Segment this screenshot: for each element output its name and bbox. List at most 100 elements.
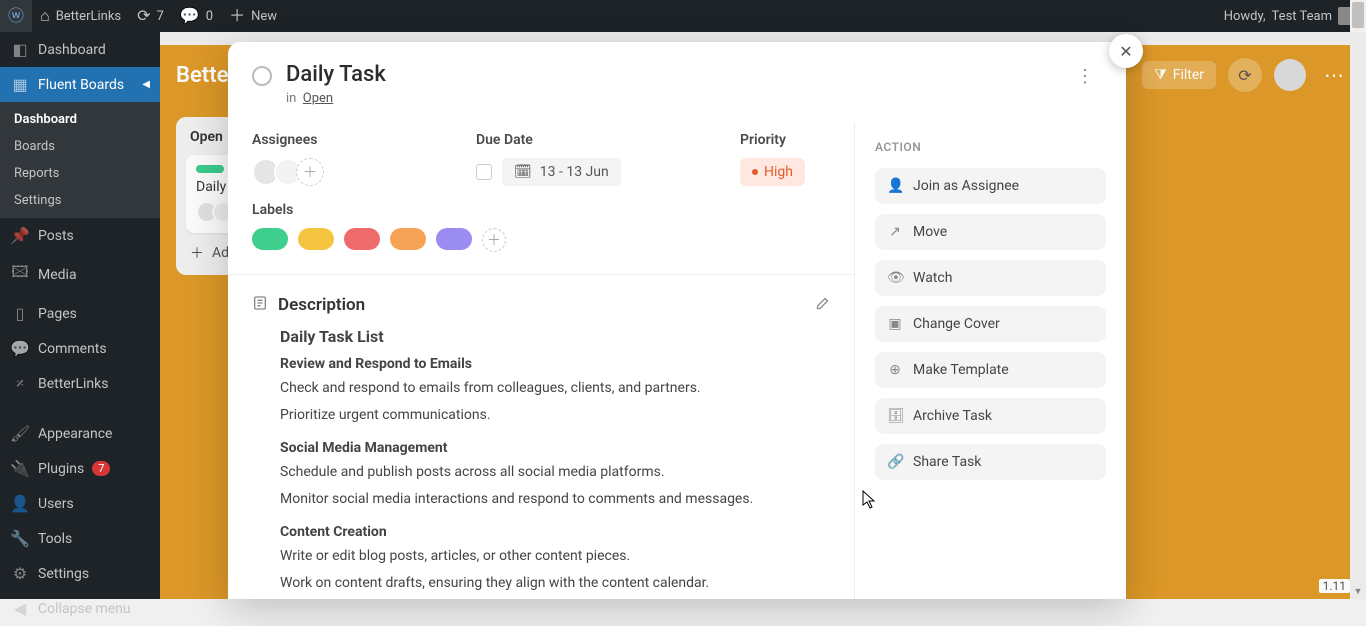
chevron-left-icon: ◀ (142, 79, 150, 90)
media-icon: 🖾 (10, 261, 30, 288)
description-body: Daily Task List Review and Respond to Em… (252, 315, 830, 594)
divider (228, 274, 854, 275)
priority-label: Priority (740, 132, 786, 148)
image-icon: ▣ (887, 316, 903, 332)
submenu-boards[interactable]: Boards (0, 133, 160, 160)
menu-pages[interactable]: ▯Pages (0, 296, 160, 331)
sliders-icon: ⚙ (10, 564, 30, 583)
scroll-thumb[interactable] (1352, 2, 1364, 28)
submenu-settings[interactable]: Settings (0, 187, 160, 214)
wp-admin-sidebar: ◧Dashboard ▦Fluent Boards◀ Dashboard Boa… (0, 32, 160, 599)
action-watch[interactable]: 👁Watch (875, 260, 1106, 296)
updates-link[interactable]: ⟳7 (129, 0, 172, 32)
label-chip[interactable] (436, 228, 472, 250)
menu-tools[interactable]: 🔧Tools (0, 521, 160, 556)
action-move[interactable]: ↗Move (875, 214, 1106, 250)
actions-heading: Action (875, 140, 1106, 154)
wp-admin-bar: ⓦ ⌂BetterLinks ⟳7 💬0 ＋New Howdy, Test Te… (0, 0, 1366, 32)
submenu-dashboard[interactable]: Dashboard (0, 106, 160, 133)
comment-icon: 💬 (10, 339, 30, 358)
collapse-menu[interactable]: ◀Collapse menu (0, 591, 160, 626)
priority-dot-icon (752, 169, 758, 175)
wp-logo[interactable]: ⓦ (0, 0, 32, 32)
add-assignee-button[interactable]: ＋ (296, 158, 324, 186)
action-change-cover[interactable]: ▣Change Cover (875, 306, 1106, 342)
howdy-user: Test Team (1272, 9, 1332, 24)
menu-settings[interactable]: ⚙Settings (0, 556, 160, 591)
add-label-button[interactable]: ＋ (482, 228, 506, 252)
archive-icon: 🗄 (887, 408, 903, 424)
plus-circle-icon: ⊕ (887, 362, 903, 378)
desc-paragraph: Monitor social media interactions and re… (280, 489, 830, 510)
action-archive[interactable]: 🗄Archive Task (875, 398, 1106, 434)
wrench-icon: 🔧 (10, 529, 30, 548)
action-make-template[interactable]: ⊕Make Template (875, 352, 1106, 388)
new-content-link[interactable]: ＋New (221, 0, 285, 32)
brush-icon: 🖌 (10, 424, 30, 443)
menu-plugins[interactable]: 🔌Plugins7 (0, 451, 160, 486)
desc-section-title: Social Media Management (280, 440, 830, 456)
account-menu[interactable]: Howdy, Test Team (1224, 7, 1366, 25)
label-chip[interactable] (344, 228, 380, 250)
task-complete-toggle[interactable] (252, 66, 272, 86)
description-icon (252, 295, 268, 315)
menu-users[interactable]: 👤Users (0, 486, 160, 521)
submenu-reports[interactable]: Reports (0, 160, 160, 187)
page-icon: ▯ (10, 304, 30, 323)
desc-paragraph: Check and respond to emails from colleag… (280, 378, 830, 399)
pin-icon: 📌 (10, 226, 30, 245)
plugins-count-badge: 7 (92, 461, 110, 476)
site-home-link[interactable]: ⌂BetterLinks (32, 0, 129, 32)
menu-appearance[interactable]: 🖌Appearance (0, 416, 160, 451)
labels-label: Labels (252, 202, 830, 218)
collapse-icon: ◀ (10, 599, 30, 618)
desc-paragraph: Write or edit blog posts, articles, or o… (280, 546, 830, 567)
calendar-icon: 🗓 (514, 164, 532, 180)
howdy-prefix: Howdy, (1224, 9, 1266, 24)
action-share[interactable]: 🔗Share Task (875, 444, 1106, 480)
submenu-fluent-boards: Dashboard Boards Reports Settings (0, 102, 160, 218)
menu-media[interactable]: 🖾Media (0, 253, 160, 296)
edit-description-button[interactable] (815, 296, 830, 315)
desc-paragraph: Work on content drafts, ensuring they al… (280, 573, 830, 594)
menu-comments[interactable]: 💬Comments (0, 331, 160, 366)
task-title[interactable]: Daily Task (286, 62, 1054, 87)
site-name: BetterLinks (56, 9, 121, 24)
label-chip[interactable] (298, 228, 334, 250)
dashboard-icon: ◧ (10, 40, 30, 59)
task-more-button[interactable]: ⋮ (1068, 62, 1102, 91)
menu-posts[interactable]: 📌Posts (0, 218, 160, 253)
priority-chip[interactable]: High (740, 158, 805, 186)
description-heading: Description (278, 295, 365, 315)
task-location: in Open (286, 91, 1054, 106)
link-icon: 𝄎 (10, 374, 30, 394)
user-icon: 👤 (10, 494, 30, 513)
comments-count: 0 (206, 9, 213, 24)
comments-link[interactable]: 💬0 (172, 0, 221, 32)
due-date-checkbox[interactable] (476, 164, 492, 180)
assignees-label: Assignees (252, 132, 452, 148)
updates-count: 7 (157, 9, 164, 24)
desc-list-title: Daily Task List (280, 327, 830, 346)
action-join-assignee[interactable]: 👤Join as Assignee (875, 168, 1106, 204)
menu-betterlinks[interactable]: 𝄎BetterLinks (0, 366, 160, 402)
desc-section-title: Content Creation (280, 524, 830, 540)
fluent-boards-icon: ▦ (10, 75, 30, 94)
desc-section-title: Review and Respond to Emails (280, 356, 830, 372)
desc-paragraph: Schedule and publish posts across all so… (280, 462, 830, 483)
menu-fluent-boards[interactable]: ▦Fluent Boards◀ (0, 67, 160, 102)
desc-paragraph: Prioritize urgent communications. (280, 405, 830, 426)
user-plus-icon: 👤 (887, 178, 903, 194)
label-chip[interactable] (252, 228, 288, 250)
due-date-chip[interactable]: 🗓13 - 13 Jun (502, 158, 621, 186)
label-chip[interactable] (390, 228, 426, 250)
assignees-list: ＋ (252, 158, 452, 186)
due-date-label: Due Date (476, 132, 716, 148)
arrow-icon: ↗ (887, 224, 903, 240)
stage-link[interactable]: Open (303, 91, 333, 106)
labels-row: ＋ (252, 228, 830, 252)
eye-icon: 👁 (887, 270, 903, 286)
menu-dashboard[interactable]: ◧Dashboard (0, 32, 160, 67)
link-icon: 🔗 (887, 454, 903, 470)
modal-close-button[interactable]: ✕ (1109, 34, 1143, 68)
